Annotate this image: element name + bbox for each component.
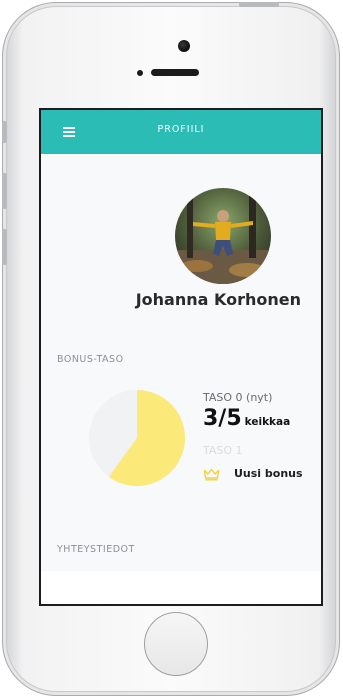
current-level-label: TASO 0 (nyt) bbox=[203, 391, 273, 404]
earpiece-speaker bbox=[151, 69, 199, 76]
bonus-section-label: BONUS-TASO bbox=[57, 354, 124, 365]
bonus-progress-chart bbox=[89, 390, 186, 486]
volume-down-button bbox=[2, 229, 7, 265]
gig-progress: 3/5 keikkaa bbox=[203, 406, 290, 431]
page-title: PROFIILI bbox=[157, 124, 205, 135]
volume-up-button bbox=[2, 173, 7, 209]
proximity-sensor bbox=[137, 70, 143, 76]
mute-switch bbox=[2, 121, 7, 143]
profile-name: Johanna Korhonen bbox=[135, 290, 301, 309]
reward-label: Uusi bonus bbox=[234, 467, 303, 480]
front-camera bbox=[178, 40, 190, 52]
progress-count: 3/5 bbox=[203, 406, 242, 431]
bottom-bar bbox=[41, 571, 321, 604]
crown-icon bbox=[203, 468, 220, 481]
app-header: PROFIILI bbox=[41, 110, 321, 154]
app-screen: PROFIILI Johanna Korhonen BONUS-TASO TAS… bbox=[39, 108, 323, 606]
home-button[interactable] bbox=[144, 612, 208, 676]
next-level-label: TASO 1 bbox=[203, 444, 243, 457]
contact-section-label: YHTEYSTIEDOT bbox=[57, 544, 135, 555]
progress-unit: keikkaa bbox=[244, 416, 291, 428]
avatar bbox=[175, 188, 271, 284]
power-button bbox=[239, 2, 279, 7]
